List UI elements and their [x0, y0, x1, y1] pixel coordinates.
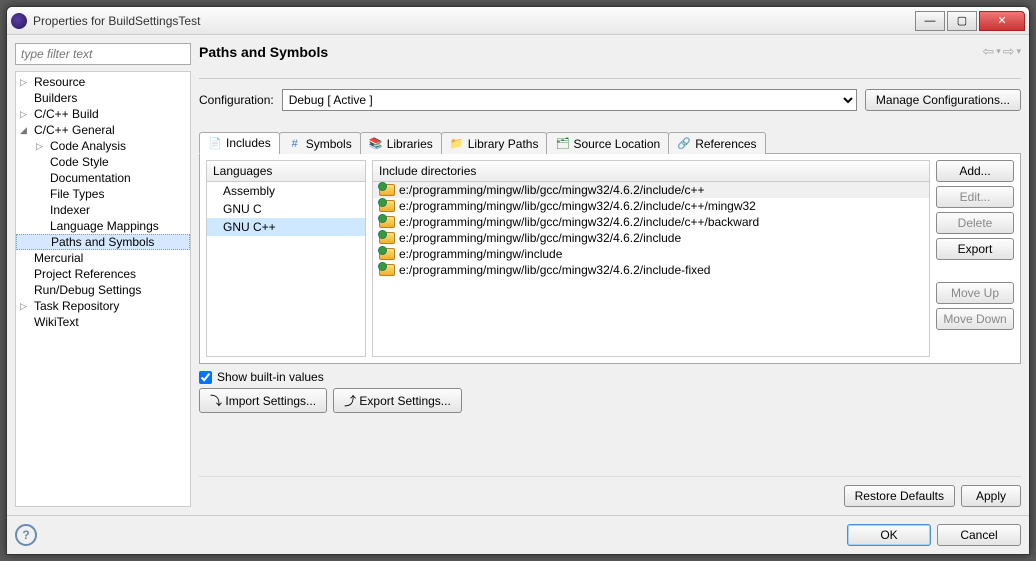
tab-icon: # — [288, 137, 302, 151]
filter-input[interactable] — [15, 43, 191, 65]
tab-includes[interactable]: 📄Includes — [199, 132, 280, 154]
folder-icon — [379, 200, 395, 212]
tree-item-c-c-build[interactable]: ▷C/C++ Build — [16, 106, 190, 122]
include-path-row[interactable]: e:/programming/mingw/include — [373, 246, 929, 262]
properties-dialog: Properties for BuildSettingsTest — ▢ ✕ ▷… — [6, 6, 1030, 555]
close-button[interactable]: ✕ — [979, 11, 1025, 31]
include-path-row[interactable]: e:/programming/mingw/lib/gcc/mingw32/4.6… — [373, 182, 929, 198]
languages-column: Languages AssemblyGNU CGNU C++ — [206, 160, 366, 357]
tab-icon: 🗂 — [555, 137, 569, 151]
restore-defaults-button[interactable]: Restore Defaults — [844, 485, 955, 507]
tab-libraries[interactable]: 📚Libraries — [360, 132, 442, 154]
category-tree[interactable]: ▷ResourceBuilders▷C/C++ Build◢C/C++ Gene… — [15, 71, 191, 507]
expand-icon[interactable]: ▷ — [36, 141, 43, 152]
languages-list[interactable]: AssemblyGNU CGNU C++ — [207, 182, 365, 356]
expand-icon[interactable]: ▷ — [20, 301, 27, 312]
configuration-select[interactable]: Debug [ Active ] — [282, 89, 857, 111]
tab-icon: 📄 — [208, 136, 222, 150]
language-item[interactable]: GNU C — [207, 200, 365, 218]
tree-item-wikitext[interactable]: WikiText — [16, 314, 190, 330]
move-up-button[interactable]: Move Up — [936, 282, 1014, 304]
includes-header: Include directories — [373, 161, 929, 182]
tab-library-paths[interactable]: 📁Library Paths — [441, 132, 548, 154]
cancel-button[interactable]: Cancel — [937, 524, 1021, 546]
ok-button[interactable]: OK — [847, 524, 931, 546]
folder-icon — [379, 184, 395, 196]
tree-item-builders[interactable]: Builders — [16, 90, 190, 106]
include-path-row[interactable]: e:/programming/mingw/lib/gcc/mingw32/4.6… — [373, 262, 929, 278]
tree-item-run-debug-settings[interactable]: Run/Debug Settings — [16, 282, 190, 298]
forward-menu-icon[interactable]: ▾ — [1016, 46, 1021, 57]
tree-item-mercurial[interactable]: Mercurial — [16, 250, 190, 266]
include-path-row[interactable]: e:/programming/mingw/lib/gcc/mingw32/4.6… — [373, 198, 929, 214]
export-button[interactable]: Export — [936, 238, 1014, 260]
expand-icon[interactable]: ▷ — [20, 109, 27, 120]
tree-item-documentation[interactable]: Documentation — [16, 170, 190, 186]
folder-icon — [379, 264, 395, 276]
tree-item-file-types[interactable]: File Types — [16, 186, 190, 202]
back-menu-icon[interactable]: ▾ — [996, 46, 1001, 57]
eclipse-icon — [11, 13, 27, 29]
apply-button[interactable]: Apply — [961, 485, 1021, 507]
tree-item-resource[interactable]: ▷Resource — [16, 74, 190, 90]
edit-button[interactable]: Edit... — [936, 186, 1014, 208]
folder-icon — [379, 248, 395, 260]
tree-item-task-repository[interactable]: ▷Task Repository — [16, 298, 190, 314]
languages-header: Languages — [207, 161, 365, 182]
tree-item-language-mappings[interactable]: Language Mappings — [16, 218, 190, 234]
configuration-label: Configuration: — [199, 93, 274, 107]
tree-item-indexer[interactable]: Indexer — [16, 202, 190, 218]
tree-item-project-references[interactable]: Project References — [16, 266, 190, 282]
forward-icon[interactable]: ⇨ — [1003, 43, 1015, 60]
include-path-row[interactable]: e:/programming/mingw/lib/gcc/mingw32/4.6… — [373, 214, 929, 230]
nav-arrows: ⇦ ▾ ⇨ ▾ — [982, 43, 1021, 60]
tree-item-code-analysis[interactable]: ▷Code Analysis — [16, 138, 190, 154]
window-title: Properties for BuildSettingsTest — [33, 14, 200, 28]
tab-symbols[interactable]: #Symbols — [279, 132, 361, 154]
tab-icon: 🔗 — [677, 137, 691, 151]
expand-icon[interactable]: ▷ — [20, 77, 27, 88]
maximize-button[interactable]: ▢ — [947, 11, 977, 31]
include-path-row[interactable]: e:/programming/mingw/lib/gcc/mingw32/4.6… — [373, 230, 929, 246]
tab-icon: 📁 — [450, 137, 464, 151]
titlebar[interactable]: Properties for BuildSettingsTest — ▢ ✕ — [7, 7, 1029, 35]
export-icon: ⤴ — [344, 394, 356, 408]
tree-item-c-c-general[interactable]: ◢C/C++ General — [16, 122, 190, 138]
delete-button[interactable]: Delete — [936, 212, 1014, 234]
tab-source-location[interactable]: 🗂Source Location — [546, 132, 669, 154]
tab-references[interactable]: 🔗References — [668, 132, 765, 154]
manage-configurations-button[interactable]: Manage Configurations... — [865, 89, 1021, 111]
back-icon[interactable]: ⇦ — [982, 43, 994, 60]
folder-icon — [379, 232, 395, 244]
includes-column: Include directories e:/programming/mingw… — [372, 160, 930, 357]
help-icon[interactable]: ? — [15, 524, 37, 546]
includes-list[interactable]: e:/programming/mingw/lib/gcc/mingw32/4.6… — [373, 182, 929, 356]
tab-bar: 📄Includes#Symbols📚Libraries📁Library Path… — [199, 131, 1021, 154]
page-title: Paths and Symbols — [199, 44, 328, 60]
minimize-button[interactable]: — — [915, 11, 945, 31]
folder-icon — [379, 216, 395, 228]
language-item[interactable]: Assembly — [207, 182, 365, 200]
import-settings-button[interactable]: ⤵ Import Settings... — [199, 388, 327, 413]
show-builtin-input[interactable] — [199, 371, 212, 384]
tree-item-code-style[interactable]: Code Style — [16, 154, 190, 170]
move-down-button[interactable]: Move Down — [936, 308, 1014, 330]
export-settings-button[interactable]: ⤴ Export Settings... — [333, 388, 462, 413]
tree-item-paths-and-symbols[interactable]: Paths and Symbols — [16, 234, 190, 250]
tab-icon: 📚 — [369, 137, 383, 151]
tab-includes-body: Languages AssemblyGNU CGNU C++ Include d… — [199, 154, 1021, 364]
expand-icon[interactable]: ◢ — [20, 125, 27, 136]
import-icon: ⤵ — [210, 394, 222, 408]
add-button[interactable]: Add... — [936, 160, 1014, 182]
language-item[interactable]: GNU C++ — [207, 218, 365, 236]
show-builtin-checkbox[interactable]: Show built-in values — [199, 370, 324, 384]
